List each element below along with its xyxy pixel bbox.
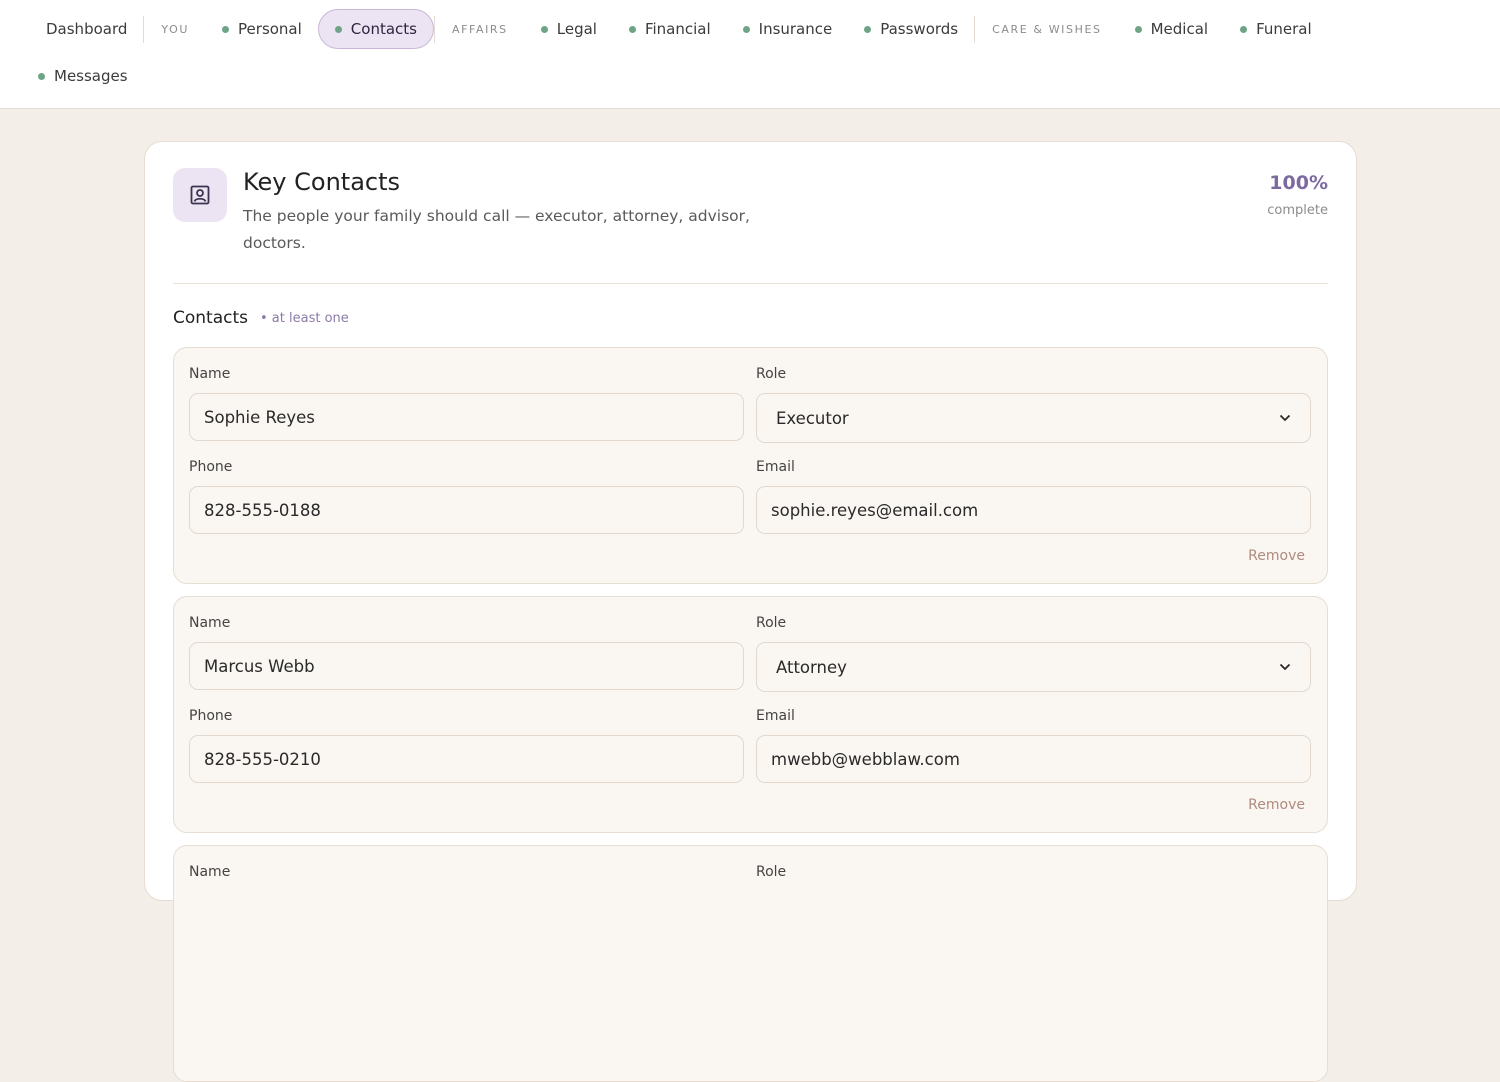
- status-dot-icon: [222, 25, 230, 33]
- header-icon-tile: [173, 168, 227, 222]
- email-label: Email: [756, 459, 795, 475]
- contact-card-icon: [190, 185, 210, 205]
- nav-legal-label: Legal: [556, 20, 597, 38]
- email-input[interactable]: [756, 735, 1311, 783]
- role-label: Role: [756, 615, 787, 631]
- phone-label: Phone: [189, 708, 233, 724]
- progress-label: complete: [1267, 203, 1328, 218]
- role-select-value: Attorney: [776, 657, 847, 677]
- nav-group-care: CARE & WISHES: [992, 22, 1102, 36]
- nav-group-affairs: AFFAIRS: [451, 22, 508, 36]
- chevron-down-icon: [1279, 414, 1291, 422]
- status-dot-icon: [628, 25, 636, 33]
- header-divider: [173, 283, 1328, 284]
- phone-input[interactable]: [189, 486, 744, 534]
- nav-insurance-label: Insurance: [758, 20, 833, 38]
- role-label: Role: [756, 366, 787, 382]
- nav-dashboard-label: Dashboard: [46, 20, 128, 38]
- remove-contact-button[interactable]: Remove: [1248, 797, 1305, 813]
- role-select[interactable]: Attorney: [756, 642, 1311, 692]
- nav-insurance[interactable]: Insurance: [727, 9, 849, 49]
- status-dot-icon: [864, 25, 872, 33]
- nav-medical[interactable]: Medical: [1119, 9, 1224, 49]
- nav-row-primary: Dashboard YOU Personal Contacts AFFAIRS …: [30, 9, 1328, 49]
- phone-input[interactable]: [189, 735, 744, 783]
- nav-personal[interactable]: Personal: [206, 9, 318, 49]
- name-label: Name: [189, 366, 231, 382]
- status-dot-icon: [1134, 25, 1142, 33]
- name-label: Name: [189, 615, 231, 631]
- nav-group-you: YOU: [161, 22, 190, 36]
- nav-financial[interactable]: Financial: [613, 9, 727, 49]
- status-dot-icon: [540, 25, 548, 33]
- nav-row-secondary: Messages: [22, 56, 144, 96]
- remove-contact-button[interactable]: Remove: [1248, 548, 1305, 564]
- role-select-value: Executor: [776, 408, 849, 428]
- contact-entry: Name Role: [173, 845, 1328, 1082]
- phone-label: Phone: [189, 459, 233, 475]
- progress-value: 100%: [1269, 172, 1328, 194]
- nav-funeral-label: Funeral: [1256, 20, 1312, 38]
- nav-financial-label: Financial: [644, 20, 711, 38]
- role-select[interactable]: Executor: [756, 393, 1311, 443]
- status-dot-icon: [38, 72, 45, 80]
- nav-messages[interactable]: Messages: [22, 56, 144, 96]
- status-dot-icon: [1240, 25, 1248, 33]
- nav-contacts-label: Contacts: [350, 20, 417, 38]
- nav-legal[interactable]: Legal: [525, 9, 613, 49]
- page-subtitle: The people your family should call — exe…: [243, 207, 750, 252]
- email-input[interactable]: [756, 486, 1311, 534]
- name-input[interactable]: [189, 642, 744, 690]
- nav-messages-label: Messages: [54, 67, 128, 85]
- status-dot-icon: [742, 25, 750, 33]
- nav-passwords-label: Passwords: [880, 20, 959, 38]
- nav-personal-label: Personal: [238, 20, 302, 38]
- role-label: Role: [756, 864, 787, 880]
- nav-dashboard[interactable]: Dashboard: [30, 9, 143, 49]
- top-navigation: Dashboard YOU Personal Contacts AFFAIRS …: [0, 0, 1500, 109]
- status-dot-icon: [334, 25, 342, 33]
- nav-medical-label: Medical: [1150, 20, 1209, 38]
- contact-entry: Name Role Executor Phone Email Remove: [173, 347, 1328, 584]
- key-contacts-card: Key Contacts The people your family shou…: [144, 141, 1357, 1082]
- name-label: Name: [189, 864, 231, 880]
- contact-entry: Name Role Attorney Phone Email Remove: [173, 596, 1328, 833]
- section-title: Contacts: [173, 308, 248, 328]
- name-input[interactable]: [189, 393, 744, 441]
- nav-funeral[interactable]: Funeral: [1224, 9, 1328, 49]
- page-title: Key Contacts: [243, 168, 401, 196]
- email-label: Email: [756, 708, 795, 724]
- nav-contacts[interactable]: Contacts: [317, 9, 434, 49]
- section-hint: • at least one: [260, 311, 349, 326]
- chevron-down-icon: [1279, 663, 1291, 671]
- nav-passwords[interactable]: Passwords: [848, 9, 974, 49]
